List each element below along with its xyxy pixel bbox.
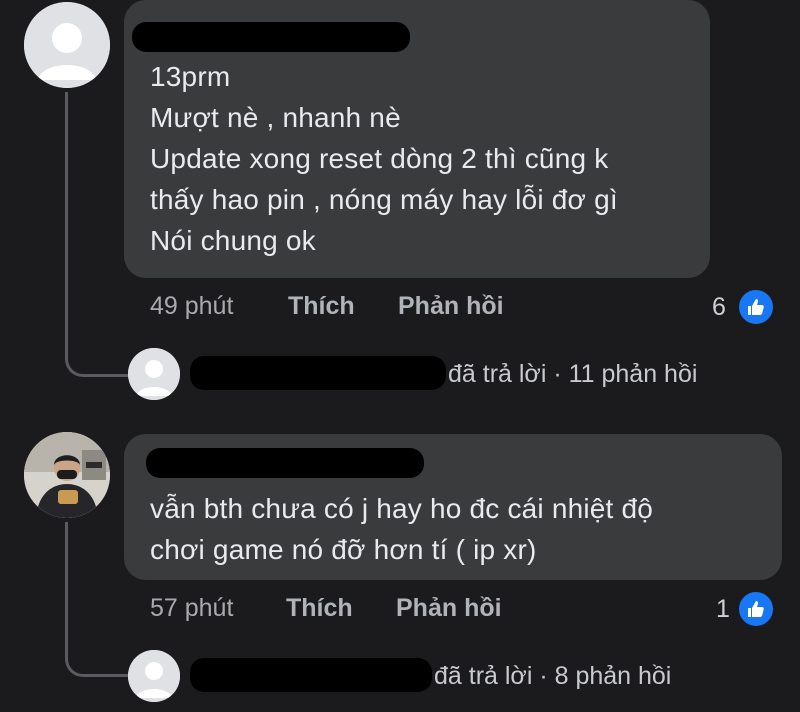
comment-line: vẫn bth chưa có j hay ho đc cái nhiệt độ [150,493,654,524]
user-photo-icon [24,432,110,518]
view-replies-link[interactable]: đã trả lời · 8 phản hồi [434,662,671,691]
default-avatar-icon [128,650,180,702]
commenter-avatar[interactable] [24,2,110,88]
reaction-count: 6 [712,293,726,321]
replier-avatar[interactable] [128,348,180,400]
comment-line: thấy hao pin , nóng máy hay lỗi đơ gì [150,184,618,215]
replier-avatar[interactable] [128,650,180,702]
thumbs-up-icon [736,589,776,629]
reaction-summary[interactable]: 6 [700,287,782,327]
comment-line: chơi game nó đỡ hơn tí ( ip xr) [150,534,537,565]
reply-button[interactable]: Phản hồi [398,292,504,321]
comment-line: Nói chung ok [150,225,316,256]
comment-time[interactable]: 57 phút [150,594,233,623]
redacted-username[interactable] [146,448,424,478]
comment-actions: 49 phút Thích Phản hồi [150,288,750,324]
comment-time[interactable]: 49 phút [150,292,233,321]
comment-actions: 57 phút Thích Phản hồi [150,590,750,626]
thread-connector [65,92,128,377]
comment-line: 13prm [150,61,231,92]
comment-text: vẫn bth chưa có j hay ho đc cái nhiệt độ… [150,488,780,570]
like-button[interactable]: Thích [286,594,353,623]
redacted-replier-name[interactable] [190,658,432,692]
comment-line: Mượt nè , nhanh nè [150,102,401,133]
comment-text: 13prm Mượt nè , nhanh nè Update xong res… [150,56,710,261]
reaction-summary[interactable]: 1 [700,589,782,629]
redacted-username[interactable] [132,22,410,52]
commenter-avatar[interactable] [24,432,110,518]
comment-line: Update xong reset dòng 2 thì cũng k [150,143,609,174]
default-avatar-icon [24,2,110,88]
reply-button[interactable]: Phản hồi [396,594,502,623]
view-replies-link[interactable]: đã trả lời · 11 phản hồi [448,360,697,389]
thumbs-up-icon [736,287,776,327]
reaction-count: 1 [716,595,730,623]
comment-bubble: vẫn bth chưa có j hay ho đc cái nhiệt độ… [124,434,782,580]
default-avatar-icon [128,348,180,400]
comment-bubble: 13prm Mượt nè , nhanh nè Update xong res… [124,0,710,278]
like-button[interactable]: Thích [288,292,355,321]
thread-connector [65,522,128,677]
redacted-replier-name[interactable] [190,356,446,390]
